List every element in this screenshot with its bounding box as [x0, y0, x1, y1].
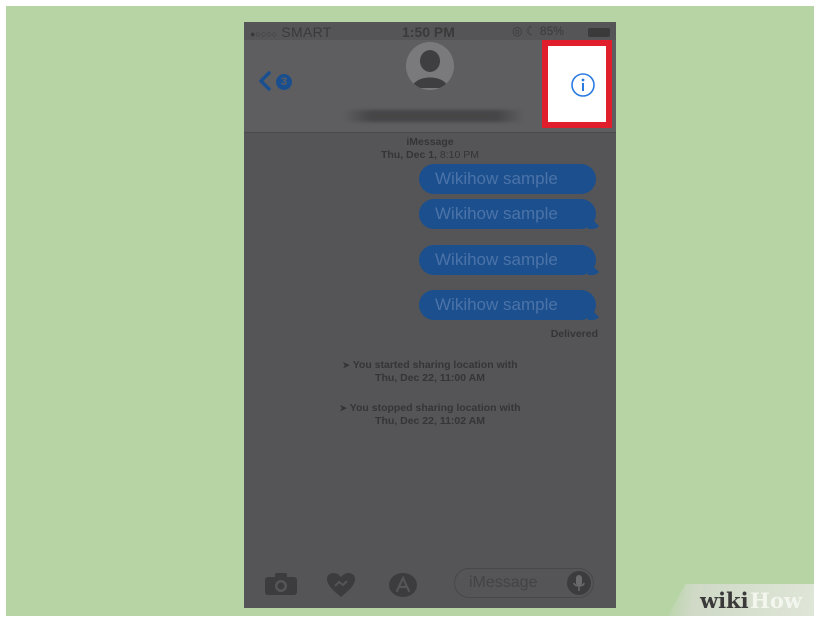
location-event-time: Thu, Dec 22, 11:02 AM [375, 415, 485, 427]
location-event-time: Thu, Dec 22, 11:00 AM [375, 372, 485, 384]
status-bar: ●○○○○ SMART 1:50 PM ◎ ☾ 85% [244, 22, 616, 40]
contact-name[interactable] [344, 110, 524, 122]
conversation-header: 3 [244, 40, 616, 133]
thread-header: iMessage Thu, Dec 1, 8:10 PM [244, 136, 616, 162]
heart-hands-icon[interactable] [326, 572, 356, 598]
location-event: ➤ You stopped sharing location with Thu,… [244, 402, 616, 428]
avatar[interactable] [406, 42, 454, 90]
service-label: iMessage [406, 136, 454, 148]
message-bubble[interactable]: Wikihow sample [419, 290, 596, 320]
location-arrow-icon: ➤ [342, 360, 350, 370]
message-thread: iMessage Thu, Dec 1, 8:10 PM Wikihow sam… [244, 133, 616, 553]
location-event-line: ➤ You stopped sharing location with [244, 402, 616, 415]
location-event: ➤ You started sharing location with Thu,… [244, 359, 616, 385]
message-input[interactable]: iMessage [454, 568, 594, 598]
location-event-line: ➤ You started sharing location with [244, 359, 616, 372]
info-button-highlight[interactable] [542, 40, 612, 128]
signal-dots: ●○○○○ [250, 29, 278, 39]
status-time: 1:50 PM [402, 24, 455, 40]
location-event-text: You stopped sharing location with [349, 402, 521, 414]
battery-percent: 85% [539, 24, 564, 38]
status-right: ◎ ☾ 85% [512, 24, 564, 38]
person-icon [406, 42, 454, 90]
chevron-left-icon [259, 71, 271, 91]
back-button[interactable]: 3 [256, 66, 302, 96]
message-bubble[interactable]: Wikihow sample [419, 164, 596, 194]
info-icon[interactable] [570, 72, 596, 98]
carrier: ●○○○○ SMART [250, 24, 332, 40]
watermark-wiki: wiki [700, 588, 749, 613]
thread-date: Thu, Dec 1, 8:10 PM [244, 149, 616, 162]
watermark-how: How [750, 588, 802, 613]
delivered-label: Delivered [550, 328, 598, 340]
unread-badge: 3 [276, 74, 292, 90]
thread-date-time: 8:10 PM [439, 149, 480, 161]
battery-icon [588, 28, 610, 37]
phone-screen: ●○○○○ SMART 1:50 PM ◎ ☾ 85% 3 iMessage T… [244, 22, 616, 608]
message-bubble[interactable]: Wikihow sample [419, 199, 596, 229]
carrier-name: SMART [281, 24, 332, 40]
message-input-placeholder: iMessage [469, 574, 538, 591]
location-event-text: You started sharing location with [352, 359, 518, 371]
microphone-icon [573, 575, 585, 591]
microphone-button[interactable] [567, 571, 591, 595]
app-store-icon[interactable] [388, 572, 418, 598]
location-arrow-icon: ➤ [339, 403, 348, 413]
composer-bar: iMessage [244, 558, 616, 608]
message-bubble[interactable]: Wikihow sample [419, 245, 596, 275]
thread-date-day: Thu, Dec 1, [380, 149, 437, 161]
wikihow-watermark: wiki How [668, 584, 814, 616]
camera-icon[interactable] [264, 572, 298, 596]
